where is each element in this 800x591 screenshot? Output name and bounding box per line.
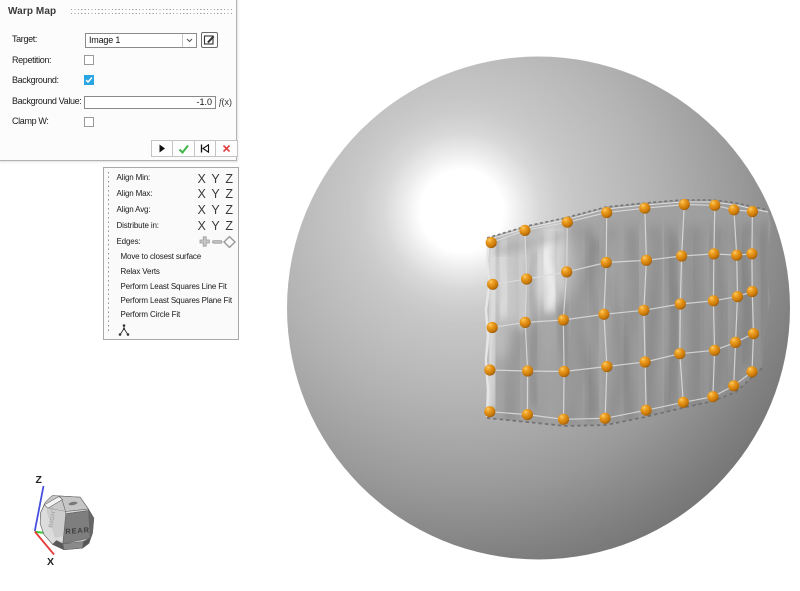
svg-text:X: X	[47, 556, 54, 568]
svg-text:Z: Z	[36, 474, 43, 486]
svg-text:REAR: REAR	[65, 525, 90, 536]
